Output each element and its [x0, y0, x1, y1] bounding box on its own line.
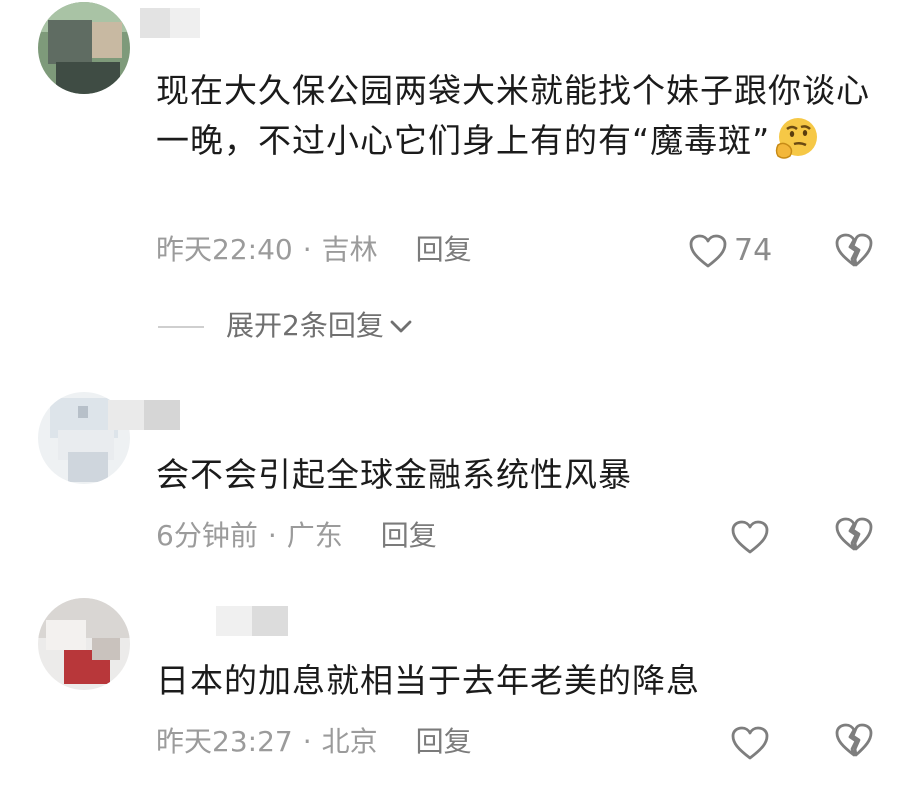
comment-time: 6分钟前 — [156, 519, 258, 552]
heart-icon — [731, 520, 769, 553]
avatar[interactable] — [38, 2, 130, 94]
broken-heart-icon — [835, 233, 873, 267]
comment-location: 广东 — [286, 519, 343, 552]
dislike-button[interactable] — [834, 722, 874, 762]
heart-icon — [731, 726, 769, 759]
heart-icon — [689, 234, 727, 267]
comment-time: 昨天22:40 — [156, 233, 293, 266]
username-redacted — [108, 400, 180, 430]
like-button[interactable]: 74 — [688, 230, 772, 270]
reply-button[interactable]: 回复 — [416, 725, 472, 758]
comment-meta: 昨天23:27 · 北京 回复 — [156, 722, 472, 762]
separator: · — [302, 725, 312, 758]
expand-replies-label: 展开2条回复 — [226, 309, 384, 342]
comment-location: 吉林 — [321, 233, 378, 266]
dislike-button[interactable] — [834, 232, 874, 272]
expand-replies-button[interactable]: 展开2条回复 — [158, 306, 412, 346]
divider-line — [158, 326, 204, 328]
comment-time: 昨天23:27 — [156, 725, 293, 758]
like-count: 74 — [734, 232, 773, 268]
separator: · — [302, 233, 312, 266]
comment-text: 会不会引起全球金融系统性风暴 — [156, 455, 632, 494]
comment-location: 北京 — [321, 725, 378, 758]
avatar[interactable] — [38, 598, 130, 690]
broken-heart-icon — [835, 517, 873, 551]
comment-text: 现在大久保公园两袋大米就能找个妹子跟你谈心一晚，不过小心它们身上有的有“魔毒斑” — [156, 66, 874, 167]
comment-meta: 6分钟前 · 广东 回复 — [156, 516, 437, 556]
reply-button[interactable]: 回复 — [381, 519, 437, 552]
dislike-button[interactable] — [834, 516, 874, 556]
chevron-down-icon — [390, 320, 412, 333]
like-button[interactable] — [730, 722, 770, 762]
thinking-face-icon — [772, 115, 820, 163]
comment-text: 日本的加息就相当于去年老美的降息 — [156, 661, 700, 700]
broken-heart-icon — [835, 723, 873, 757]
separator: · — [267, 519, 277, 552]
username-redacted — [216, 606, 288, 636]
username-redacted — [140, 8, 200, 38]
reply-button[interactable]: 回复 — [416, 233, 472, 266]
like-button[interactable] — [730, 516, 770, 556]
comment-meta: 昨天22:40 · 吉林 回复 — [156, 230, 472, 270]
